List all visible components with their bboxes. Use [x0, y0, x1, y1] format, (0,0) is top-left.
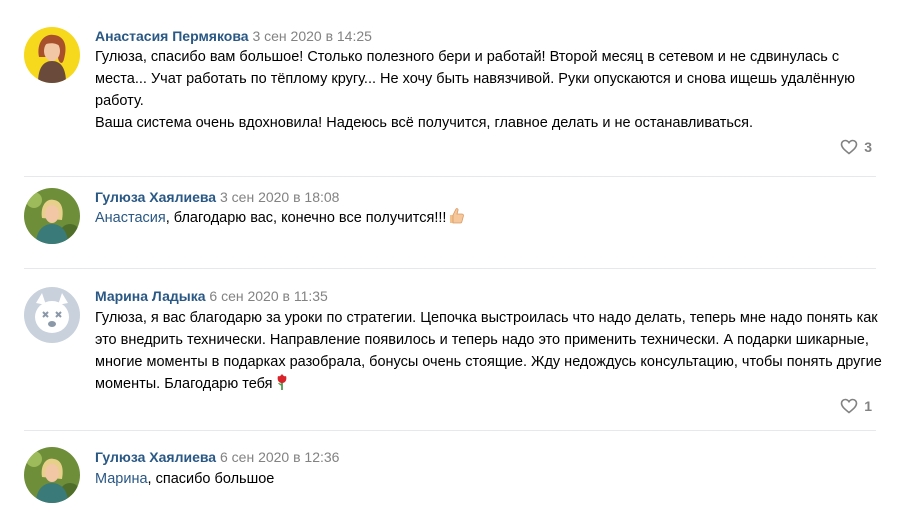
comment-separator [24, 268, 876, 269]
comment-text: Гулюза, я вас благодарю за уроки по стра… [95, 307, 885, 398]
author-link[interactable]: Марина Ладыка [95, 288, 206, 304]
like-count: 3 [864, 139, 872, 155]
like-count: 1 [864, 398, 872, 414]
like-button[interactable]: 1 [840, 398, 872, 414]
heart-icon [840, 139, 858, 155]
comment-body: Гулюза, я вас благодарю за уроки по стра… [95, 310, 882, 392]
thumbs-up-icon [447, 207, 465, 232]
author-link[interactable]: Гулюза Хаялиева [95, 189, 216, 205]
comment-date[interactable]: 3 сен 2020 в 14:25 [252, 28, 371, 44]
comment-date[interactable]: 6 сен 2020 в 11:35 [209, 288, 327, 304]
comment-header: Гулюза Хаялиева 3 сен 2020 в 18:08 [95, 188, 339, 206]
heart-icon [840, 398, 858, 414]
avatar[interactable] [24, 447, 80, 503]
author-link[interactable]: Гулюза Хаялиева [95, 449, 216, 465]
comments-feed: Анастасия Пермякова 3 сен 2020 в 14:25 Г… [0, 0, 900, 521]
comment-text: Анастасия, благодарю вас, конечно все по… [95, 207, 885, 232]
comment-header: Анастасия Пермякова 3 сен 2020 в 14:25 [95, 27, 372, 45]
comment-text: Гулюза, спасибо вам большое! Столько пол… [95, 46, 885, 134]
comment-date[interactable]: 3 сен 2020 в 18:08 [220, 189, 339, 205]
comment-body: , благодарю вас, конечно все получится!!… [165, 210, 447, 226]
mention-link[interactable]: Марина [95, 471, 148, 487]
avatar[interactable] [24, 188, 80, 244]
comment-header: Марина Ладыка 6 сен 2020 в 11:35 [95, 287, 328, 305]
author-link[interactable]: Анастасия Пермякова [95, 28, 249, 44]
mention-link[interactable]: Анастасия [95, 210, 166, 226]
comment-body: , спасибо большое [147, 471, 275, 487]
comment-separator [24, 176, 876, 177]
like-button[interactable]: 3 [840, 139, 872, 155]
comment-header: Гулюза Хаялиева 6 сен 2020 в 12:36 [95, 448, 339, 466]
comment-paragraph: Гулюза, спасибо вам большое! Столько пол… [95, 49, 855, 109]
avatar[interactable] [24, 27, 80, 83]
rose-icon [274, 373, 290, 398]
comment-text: Марина, спасибо большое [95, 468, 885, 490]
comment-date[interactable]: 6 сен 2020 в 12:36 [220, 449, 339, 465]
comment-paragraph: Ваша система очень вдохновила! Надеюсь в… [95, 115, 754, 131]
avatar[interactable] [24, 287, 80, 343]
comment-separator [24, 430, 876, 431]
